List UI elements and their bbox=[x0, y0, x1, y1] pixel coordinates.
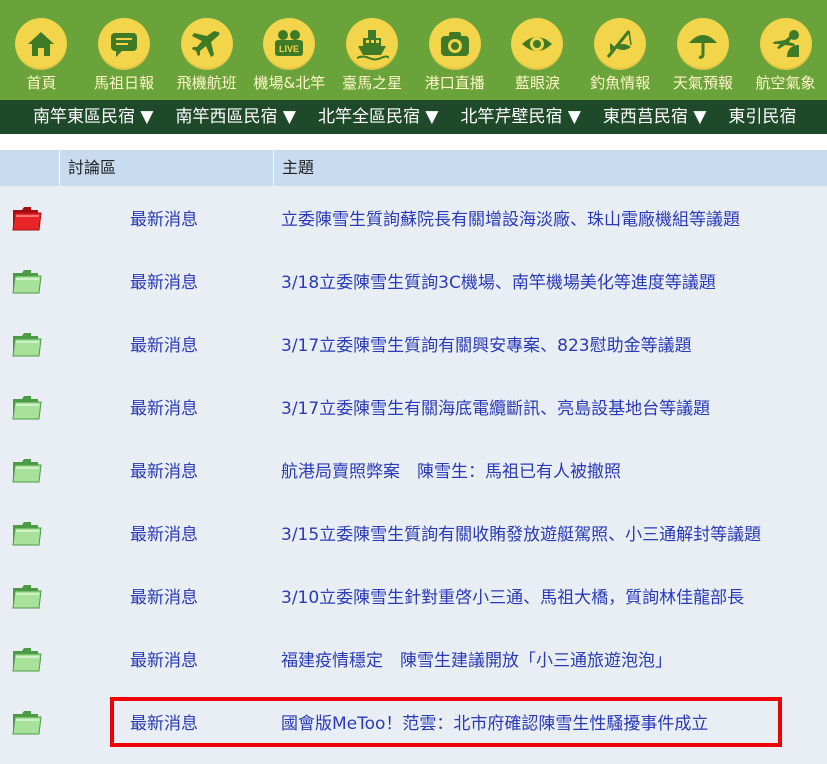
folder-icon bbox=[11, 645, 43, 673]
topic-link[interactable]: 航港局賣照弊案 陳雪生：馬祖已有人被撤照 bbox=[281, 457, 621, 482]
nav-item-label: 馬祖日報 bbox=[94, 74, 155, 92]
homestay-navigation-bar: 南竿東區民宿 ▼ 南竿西區民宿 ▼ 北竿全區民宿 ▼ 北竿芹壁民宿 ▼ 東西莒民宿 ▼ 東… bbox=[0, 100, 827, 134]
ship-icon bbox=[346, 18, 399, 70]
topic-link[interactable]: 3/18立委陳雪生質詢3C機場、南竿機場美化等進度等議題 bbox=[281, 268, 716, 293]
nav-item-label: 臺馬之星 bbox=[342, 74, 403, 92]
eye-icon bbox=[511, 18, 564, 70]
folder-icon bbox=[11, 393, 43, 421]
airplane-icon bbox=[180, 18, 233, 70]
top-navigation-bar: 首頁 馬祖日報 飛機航班 LIVE 機場&北竿 臺馬之星 港口直播 藍眼淚 釣魚情報 天氣預報 航空… bbox=[0, 0, 827, 100]
table-row: 最新消息 3/10立委陳雪生針對重啓小三通、馬祖大橋，質詢林佳龍部長 bbox=[0, 564, 827, 627]
forum-link[interactable]: 最新消息 bbox=[130, 520, 198, 545]
nav-item-ship[interactable]: 臺馬之星 bbox=[331, 0, 414, 93]
table-row: 最新消息 3/18立委陳雪生質詢3C機場、南竿機場美化等進度等議題 bbox=[0, 249, 827, 312]
table-header: 討論區 主題 bbox=[0, 150, 827, 186]
forum-link[interactable]: 最新消息 bbox=[130, 646, 198, 671]
topic-link[interactable]: 立委陳雪生質詢蘇院長有關增設海淡廠、珠山電廠機組等議題 bbox=[281, 205, 740, 230]
nav-item-live-camera[interactable]: LIVE 機場&北竿 bbox=[248, 0, 331, 93]
live-camera-icon: LIVE bbox=[263, 18, 316, 70]
folder-icon bbox=[11, 708, 43, 736]
spacer bbox=[0, 134, 827, 150]
nav-item-label: 首頁 bbox=[26, 74, 57, 92]
nav-item-eye[interactable]: 藍眼淚 bbox=[496, 0, 579, 93]
forum-link[interactable]: 最新消息 bbox=[130, 583, 198, 608]
table-row: 最新消息 立委陳雪生質詢蘇院長有關增設海淡廠、珠山電廠機組等議題 bbox=[0, 186, 827, 249]
folder-icon bbox=[11, 267, 43, 295]
nav-item-umbrella[interactable]: 天氣預報 bbox=[662, 0, 745, 93]
folder-icon bbox=[11, 330, 43, 358]
header-forum: 討論區 bbox=[60, 150, 274, 186]
new-topic-folder-icon bbox=[11, 204, 43, 232]
table-row: 最新消息 3/17立委陳雪生有關海底電纜斷訊、亮島設基地台等議題 bbox=[0, 375, 827, 438]
svg-text:LIVE: LIVE bbox=[279, 44, 299, 54]
nav-item-label: 飛機航班 bbox=[176, 74, 237, 92]
nav-item-fishing[interactable]: 釣魚情報 bbox=[579, 0, 662, 93]
forum-link[interactable]: 最新消息 bbox=[130, 709, 198, 734]
homestay-dropdown-3[interactable]: 北竿芹壁民宿 ▼ bbox=[449, 100, 591, 134]
forum-link[interactable]: 最新消息 bbox=[130, 394, 198, 419]
table-row: 最新消息 福建疫情穩定 陳雪生建議開放「小三通旅遊泡泡」 bbox=[0, 627, 827, 690]
topic-link[interactable]: 福建疫情穩定 陳雪生建議開放「小三通旅遊泡泡」 bbox=[281, 646, 672, 671]
table-row: 最新消息 3/15立委陳雪生質詢有關收賄發放遊艇駕照、小三通解封等議題 bbox=[0, 501, 827, 564]
nav-item-label: 藍眼淚 bbox=[514, 74, 560, 92]
nav-item-label: 天氣預報 bbox=[672, 74, 733, 92]
topic-link[interactable]: 國會版MeToo！范雲：北市府確認陳雪生性騷擾事件成立 bbox=[281, 709, 708, 734]
nav-item-home[interactable]: 首頁 bbox=[0, 0, 83, 93]
folder-icon bbox=[11, 456, 43, 484]
topic-link[interactable]: 3/15立委陳雪生質詢有關收賄發放遊艇駕照、小三通解封等議題 bbox=[281, 520, 761, 545]
homestay-dropdown-5[interactable]: 東引民宿 bbox=[717, 100, 807, 134]
nav-item-plane-weather[interactable]: 航空氣象 bbox=[744, 0, 827, 93]
topic-link[interactable]: 3/10立委陳雪生針對重啓小三通、馬祖大橋，質詢林佳龍部長 bbox=[281, 583, 744, 608]
nav-item-label: 航空氣象 bbox=[755, 74, 816, 92]
forum-link[interactable]: 最新消息 bbox=[130, 457, 198, 482]
umbrella-icon bbox=[676, 18, 729, 70]
homestay-dropdown-1[interactable]: 南竿西區民宿 ▼ bbox=[164, 100, 306, 134]
homestay-dropdown-0[interactable]: 南竿東區民宿 ▼ bbox=[0, 100, 164, 134]
homestay-dropdown-2[interactable]: 北竿全區民宿 ▼ bbox=[307, 100, 449, 134]
home-icon bbox=[15, 18, 68, 70]
forum-topic-table: 討論區 主題 最新消息 立委陳雪生質詢蘇院長有關增設海淡廠、珠山電廠機組等議題 最新… bbox=[0, 150, 827, 764]
table-row: 最新消息 3/17立委陳雪生質詢有關興安專案、823慰助金等議題 bbox=[0, 312, 827, 375]
nav-item-label: 機場&北竿 bbox=[253, 74, 326, 92]
folder-icon bbox=[11, 519, 43, 547]
forum-link[interactable]: 最新消息 bbox=[130, 268, 198, 293]
nav-item-airplane[interactable]: 飛機航班 bbox=[165, 0, 248, 93]
nav-item-label: 港口直播 bbox=[424, 74, 485, 92]
fishing-icon bbox=[594, 18, 647, 70]
header-topic: 主題 bbox=[282, 158, 315, 177]
table-row: 最新消息 航港局賣照弊案 陳雪生：馬祖已有人被撤照 bbox=[0, 438, 827, 501]
topic-link[interactable]: 3/17立委陳雪生有關海底電纜斷訊、亮島設基地台等議題 bbox=[281, 394, 710, 419]
camera-icon bbox=[428, 18, 481, 70]
speech-bubble-icon bbox=[98, 18, 151, 70]
folder-icon bbox=[11, 582, 43, 610]
nav-item-label: 釣魚情報 bbox=[590, 74, 651, 92]
forum-link[interactable]: 最新消息 bbox=[130, 331, 198, 356]
forum-link[interactable]: 最新消息 bbox=[130, 205, 198, 230]
nav-item-camera[interactable]: 港口直播 bbox=[413, 0, 496, 93]
topic-link[interactable]: 3/17立委陳雪生質詢有關興安專案、823慰助金等議題 bbox=[281, 331, 692, 356]
plane-weather-icon bbox=[759, 18, 812, 70]
nav-item-speech-bubble[interactable]: 馬祖日報 bbox=[83, 0, 166, 93]
table-row: 最新消息 國會版MeToo！范雲：北市府確認陳雪生性騷擾事件成立 bbox=[0, 690, 827, 753]
homestay-dropdown-4[interactable]: 東西莒民宿 ▼ bbox=[592, 100, 717, 134]
header-icon-cell bbox=[0, 150, 60, 186]
